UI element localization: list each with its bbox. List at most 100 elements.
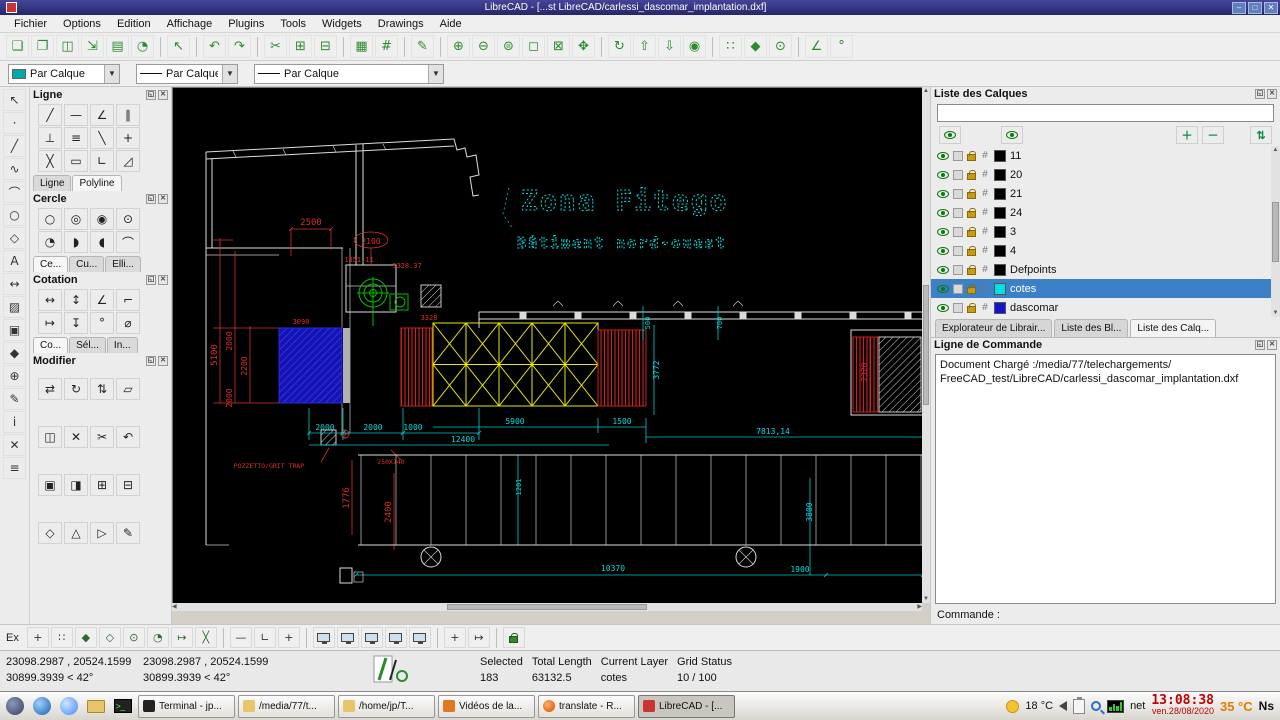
tool-button[interactable] — [38, 208, 62, 230]
chromium-launcher[interactable] — [57, 694, 81, 718]
tool-button[interactable] — [64, 474, 88, 496]
float-panel-icon[interactable]: ◱ — [146, 356, 156, 366]
snap-free-button[interactable] — [27, 627, 49, 648]
freeze-icon[interactable] — [953, 303, 963, 313]
tool-button[interactable] — [38, 426, 62, 448]
app-menu-button[interactable] — [3, 694, 27, 718]
zoom-in-button[interactable] — [447, 35, 470, 58]
layer-row[interactable]: # 4 — [931, 241, 1271, 260]
layer-search-input[interactable] — [937, 104, 1274, 122]
tool-button[interactable] — [64, 378, 88, 400]
ellipse-tool[interactable] — [3, 227, 26, 249]
close-panel-icon[interactable]: ✕ — [158, 356, 168, 366]
select-tool[interactable] — [3, 89, 26, 111]
canvas-horizontal-scrollbar[interactable]: ◀ ▶ — [172, 603, 922, 611]
tool-button[interactable] — [64, 312, 88, 334]
add-layer-button[interactable]: ＋ — [1176, 126, 1198, 144]
tool-button[interactable] — [116, 522, 140, 544]
tool-button[interactable] — [64, 231, 88, 253]
float-panel-icon[interactable]: ◱ — [146, 90, 156, 100]
tool-button[interactable] — [90, 104, 114, 126]
menu-edition[interactable]: Edition — [109, 16, 159, 32]
freeze-icon[interactable] — [953, 284, 963, 294]
close-panel-icon[interactable]: ✕ — [1267, 340, 1277, 350]
eye-icon[interactable] — [937, 209, 949, 217]
layer-row[interactable]: # 20 — [931, 165, 1271, 184]
redo-button[interactable] — [228, 35, 251, 58]
tool-button[interactable] — [116, 312, 140, 334]
freeze-icon[interactable] — [953, 246, 963, 256]
copy-button[interactable] — [289, 35, 312, 58]
maximize-button[interactable]: □ — [1248, 2, 1262, 14]
menu-drawings[interactable]: Drawings — [370, 16, 432, 32]
construction-icon[interactable]: # — [980, 264, 990, 275]
layer-row[interactable]: # cotes — [931, 279, 1271, 298]
modify-layer-button[interactable]: ⇅ — [1250, 126, 1272, 144]
tool-button[interactable] — [90, 378, 114, 400]
tab-library-explorer[interactable]: Explorateur de Librair... — [935, 319, 1052, 337]
weather-icon[interactable] — [1006, 700, 1019, 713]
workspace-button[interactable] — [313, 627, 335, 648]
lock-icon[interactable] — [967, 230, 976, 237]
tool-button[interactable] — [90, 474, 114, 496]
cut-button[interactable] — [264, 35, 287, 58]
taskbar-window-terminal[interactable]: Terminal - jp... — [138, 695, 235, 718]
tool-button[interactable] — [116, 231, 140, 253]
dimension-tool[interactable] — [3, 273, 26, 295]
hatch-tool[interactable] — [3, 296, 26, 318]
layer-row[interactable]: # 21 — [931, 184, 1271, 203]
file-manager-launcher[interactable] — [84, 694, 108, 718]
float-panel-icon[interactable]: ◱ — [1255, 89, 1265, 99]
command-history[interactable]: Document Chargé :/media/77/telechargemen… — [935, 354, 1276, 604]
lock-icon[interactable] — [967, 306, 976, 313]
magnifier-icon[interactable] — [1091, 701, 1101, 711]
draft-toggle-button[interactable] — [375, 35, 398, 58]
order-up-button[interactable] — [633, 35, 656, 58]
tool-button[interactable] — [90, 312, 114, 334]
snap-relative-button[interactable] — [468, 627, 490, 648]
polyline-tool[interactable] — [3, 158, 26, 180]
tool-button[interactable] — [90, 522, 114, 544]
drawing-canvas[interactable]: Zona FitegoBâtiment nord-ouest2500210018… — [172, 87, 922, 603]
taskbar-window-librecad[interactable]: LibreCAD - [... — [638, 695, 735, 718]
zoom-auto-button[interactable] — [497, 35, 520, 58]
lock-icon[interactable] — [967, 268, 976, 275]
tool-button[interactable] — [116, 378, 140, 400]
menu-tools[interactable]: Tools — [272, 16, 314, 32]
tool-button[interactable] — [38, 104, 62, 126]
lock-icon[interactable] — [967, 287, 976, 294]
image-tool[interactable] — [3, 319, 26, 341]
minimize-button[interactable]: – — [1232, 2, 1246, 14]
eye-icon[interactable] — [937, 247, 949, 255]
tool-button[interactable] — [38, 289, 62, 311]
menu-fichier[interactable]: Fichier — [6, 16, 55, 32]
tab-curve[interactable]: Cu... — [69, 256, 104, 272]
layer-row[interactable]: # Defpoints — [931, 260, 1271, 279]
construction-icon[interactable]: # — [980, 245, 990, 256]
block-tool[interactable] — [3, 342, 26, 364]
scrollbar-thumb[interactable] — [923, 285, 929, 405]
layer-list-scrollbar[interactable]: ▲ ▼ — [1271, 146, 1280, 317]
tool-button[interactable] — [116, 150, 140, 172]
snap-center-button[interactable] — [123, 627, 145, 648]
arc-tool[interactable] — [3, 181, 26, 203]
tool-button[interactable] — [64, 208, 88, 230]
save-button[interactable] — [56, 35, 79, 58]
tab-info[interactable]: In... — [107, 337, 138, 353]
scrollbar-thumb[interactable] — [447, 604, 647, 610]
pen-edit-button[interactable] — [411, 35, 434, 58]
new-button[interactable] — [6, 35, 29, 58]
network-label[interactable]: net — [1130, 700, 1145, 712]
workspace-button[interactable] — [337, 627, 359, 648]
close-panel-icon[interactable]: ✕ — [158, 90, 168, 100]
tool-button[interactable] — [38, 150, 62, 172]
linetype-combo[interactable]: Par Calque ▼ — [254, 64, 444, 84]
menu-plugins[interactable]: Plugins — [220, 16, 272, 32]
volume-icon[interactable] — [1059, 701, 1067, 711]
lock-icon[interactable] — [967, 173, 976, 180]
scroll-left-icon[interactable]: ◀ — [172, 603, 177, 611]
tool-button[interactable] — [90, 127, 114, 149]
layer-row[interactable]: # 24 — [931, 203, 1271, 222]
toggle-visibility-button[interactable] — [1001, 126, 1023, 144]
snap-intersection-button[interactable] — [195, 627, 217, 648]
